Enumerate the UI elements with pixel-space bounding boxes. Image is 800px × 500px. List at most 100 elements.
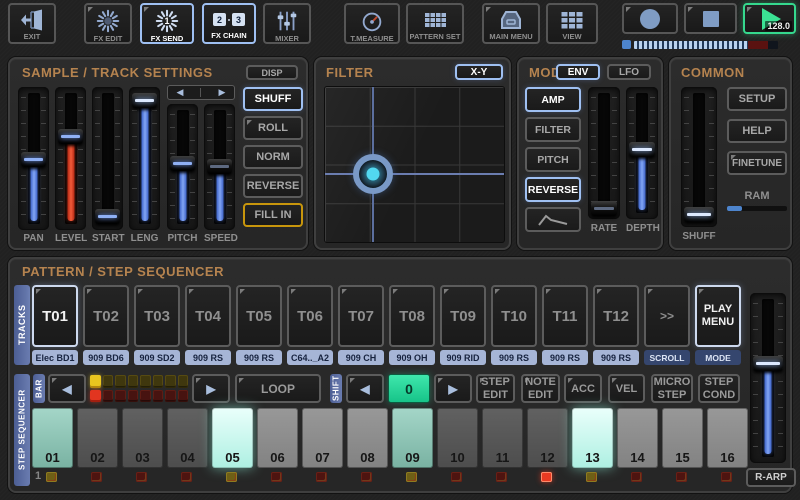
mod-depth-slider[interactable] (626, 87, 658, 219)
step-pad-13[interactable]: 13 (572, 408, 613, 468)
step-edit-button[interactable]: STEP EDIT (476, 374, 515, 403)
shift-right-button[interactable]: ▶ (434, 374, 472, 403)
mod-filter-button[interactable]: FILTER (525, 117, 581, 142)
track-tab-t01[interactable]: T01 (32, 285, 78, 347)
step-pad-16[interactable]: 16 (707, 408, 748, 468)
record-button[interactable] (622, 3, 678, 34)
fill-in-button[interactable]: FILL IN (243, 203, 303, 227)
step-pad-09[interactable]: 09 (392, 408, 433, 468)
track-sample-badge[interactable]: 909 BD6 (83, 350, 129, 365)
next-sample-icon[interactable]: ▶ (219, 88, 226, 97)
step-pad-01[interactable]: 01 (32, 408, 73, 468)
track-sample-badge[interactable]: Elec BD1 (32, 350, 78, 365)
accent-button[interactable]: ACC (564, 374, 602, 403)
finetune-button[interactable]: FINETUNE (727, 151, 787, 175)
track-sample-badge[interactable]: 909 RS (236, 350, 282, 365)
mod-amp-button[interactable]: AMP (525, 87, 581, 112)
micro-step-button[interactable]: MICRO STEP (651, 374, 693, 403)
normalize-button[interactable]: NORM (243, 145, 303, 169)
mod-rate-slider[interactable] (588, 87, 620, 219)
xy-mode-button[interactable]: X-Y (455, 64, 503, 80)
velocity-button[interactable]: VEL (608, 374, 645, 403)
track-sample-badge[interactable]: 909 RID (440, 350, 486, 365)
track-scroll-button[interactable]: >> (644, 285, 690, 347)
step-pad-08[interactable]: 08 (347, 408, 388, 468)
step-pad-14[interactable]: 14 (617, 408, 658, 468)
view-button[interactable]: VIEW (546, 3, 598, 44)
stop-button[interactable] (684, 3, 737, 34)
track-tab-t12[interactable]: T12 (593, 285, 639, 347)
track-sample-badge[interactable]: C64.._A2 (287, 350, 333, 365)
filter-xy-pad[interactable] (324, 86, 505, 243)
main-menu-button[interactable]: MAIN MENU (482, 3, 540, 44)
env-tab[interactable]: ENV (556, 64, 600, 80)
play-menu-button[interactable]: PLAY MENU (695, 285, 741, 347)
next-bar-button[interactable]: ▶ (192, 374, 230, 403)
track-sample-badge[interactable]: 909 RS (542, 350, 588, 365)
lfo-tab[interactable]: LFO (607, 64, 651, 80)
bar-side-label: BAR (33, 374, 45, 403)
shift-left-button[interactable]: ◀ (346, 374, 384, 403)
track-tab-t10[interactable]: T10 (491, 285, 537, 347)
track-sample-badge[interactable]: 909 RS (185, 350, 231, 365)
step-pad-10[interactable]: 10 (437, 408, 478, 468)
step-pad-05[interactable]: 05 (212, 408, 253, 468)
step-pad-04[interactable]: 04 (167, 408, 208, 468)
track-tab-t07[interactable]: T07 (338, 285, 384, 347)
track-sample-badge[interactable]: 909 CH (338, 350, 384, 365)
r-arp-button[interactable]: R-ARP (746, 468, 796, 487)
step-pad-11[interactable]: 11 (482, 408, 523, 468)
step-pad-15[interactable]: 15 (662, 408, 703, 468)
disp-button[interactable]: DISP (246, 65, 298, 80)
xy-puck[interactable] (353, 154, 393, 194)
start-slider[interactable] (92, 87, 123, 230)
step-pad-07[interactable]: 07 (302, 408, 343, 468)
track-tab-t09[interactable]: T09 (440, 285, 486, 347)
help-button[interactable]: HELP (727, 119, 787, 143)
env-shape-button[interactable] (525, 207, 581, 232)
level-slider[interactable] (55, 87, 86, 230)
envelope-curve-icon (535, 212, 571, 228)
pattern-set-button[interactable]: PATTERN SET (406, 3, 464, 44)
pitch-slider[interactable] (167, 104, 198, 230)
prev-sample-icon[interactable]: ◀ (177, 88, 184, 97)
mixer-button[interactable]: MIXER (263, 3, 311, 44)
reverse-button[interactable]: REVERSE (243, 174, 303, 198)
common-shuffle-slider[interactable] (681, 87, 717, 227)
roll-button[interactable]: ROLL (243, 116, 303, 140)
prev-bar-button[interactable]: ◀ (48, 374, 86, 403)
step-pad-03[interactable]: 03 (122, 408, 163, 468)
bar-indicator-grid[interactable] (89, 374, 189, 403)
shuffle-button[interactable]: SHUFF (243, 87, 303, 111)
track-sample-badge[interactable]: 909 SD2 (134, 350, 180, 365)
exit-button[interactable]: EXIT (8, 3, 56, 44)
loop-button[interactable]: LOOP (235, 374, 321, 403)
length-slider[interactable] (129, 87, 160, 230)
fx-chain-button[interactable]: 2 3 FX CHAIN (202, 3, 256, 44)
step-pad-12[interactable]: 12 (527, 408, 568, 468)
note-edit-button[interactable]: NOTE EDIT (521, 374, 560, 403)
sequencer-level-slider[interactable] (750, 293, 786, 463)
play-button[interactable]: 128.0 (743, 3, 796, 34)
track-tab-t11[interactable]: T11 (542, 285, 588, 347)
track-sample-badge[interactable]: 909 RS (593, 350, 639, 365)
fx-edit-button[interactable]: FX EDIT (84, 3, 132, 44)
track-tab-t03[interactable]: T03 (134, 285, 180, 347)
step-pad-06[interactable]: 06 (257, 408, 298, 468)
track-sample-badge[interactable]: 909 RS (491, 350, 537, 365)
track-tab-t02[interactable]: T02 (83, 285, 129, 347)
speed-slider[interactable] (204, 104, 235, 230)
mod-reverse-button[interactable]: REVERSE (525, 177, 581, 202)
fx-send-button[interactable]: 1 FX SEND (140, 3, 194, 44)
mod-pitch-button[interactable]: PITCH (525, 147, 581, 172)
t-measure-button[interactable]: T.MEASURE (344, 3, 400, 44)
track-tab-t04[interactable]: T04 (185, 285, 231, 347)
track-tab-t05[interactable]: T05 (236, 285, 282, 347)
setup-button[interactable]: SETUP (727, 87, 787, 111)
track-tab-t08[interactable]: T08 (389, 285, 435, 347)
track-sample-badge[interactable]: 909 OH (389, 350, 435, 365)
step-pad-02[interactable]: 02 (77, 408, 118, 468)
track-tab-t06[interactable]: T06 (287, 285, 333, 347)
pan-slider[interactable] (18, 87, 49, 230)
step-cond-button[interactable]: STEP COND (698, 374, 740, 403)
